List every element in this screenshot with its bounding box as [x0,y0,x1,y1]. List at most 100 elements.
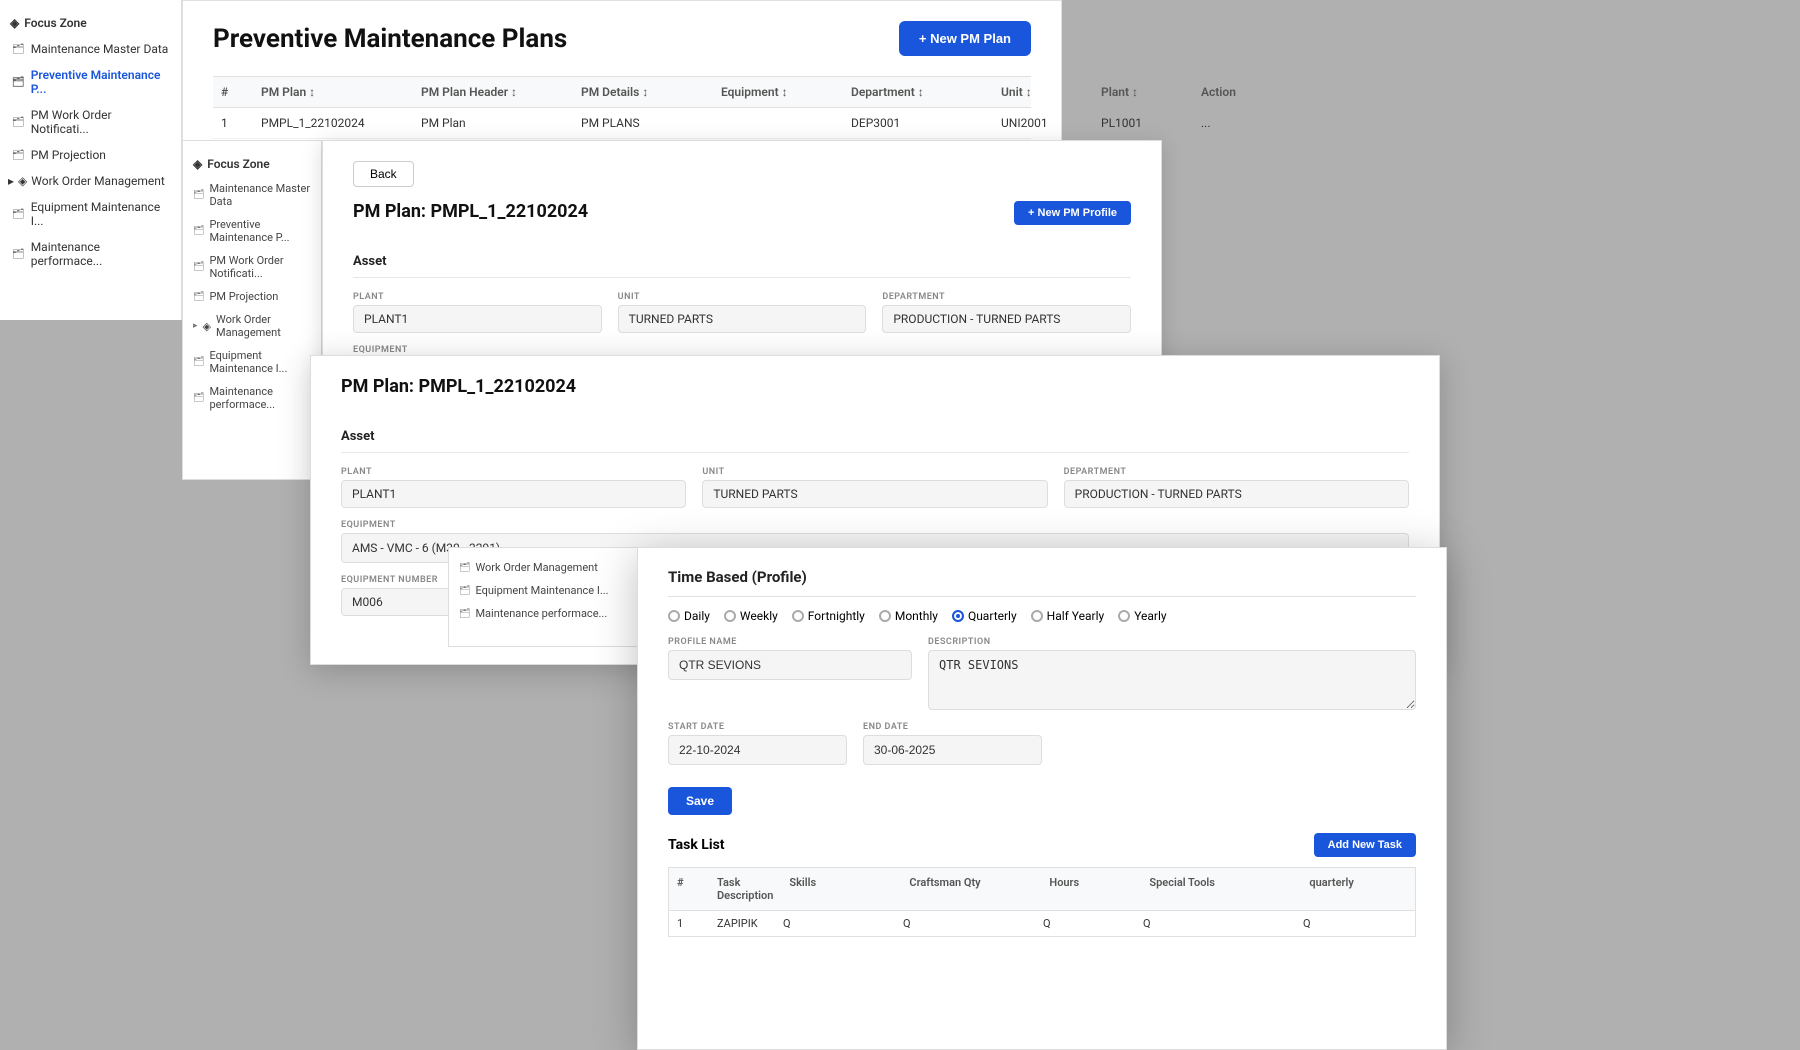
date-field-group: START DATE END DATE [668,722,1416,765]
radio-circle-monthly [879,610,891,622]
sidebar-item-work-order[interactable]: ▸ ◈ Work Order Management [0,168,181,194]
radio-circle-yearly [1118,610,1130,622]
sidebar-item-equipment[interactable]: 🗂 Equipment Maintenance I... [0,194,181,234]
radio-yearly[interactable]: Yearly [1118,609,1166,623]
file-icon: 🗂 [193,393,204,403]
expand-icon: ▸ [193,321,198,331]
sidebar: ◈ Focus Zone 🗂 Maintenance Master Data 🗂… [0,0,182,320]
file-icon: 🗂 [459,563,470,573]
file-icon: 🗂 [193,357,204,367]
file-icon: 🗂 [12,44,25,55]
unit-field: UNIT TURNED PARTS [618,292,867,333]
spacer [1058,722,1416,765]
l3-pm-plan-header-row: PM Plan: PMPL_1_22102024 [341,376,1409,413]
sidebar-item-maintenance-master[interactable]: 🗂 Maintenance Master Data [0,36,181,62]
file-icon: 🗂 [193,190,204,200]
col-skills: Skills [781,876,901,902]
col-department: Department ↕ [843,85,993,99]
end-date-field: END DATE [863,722,1042,765]
col-unit: Unit ↕ [993,85,1093,99]
col-num: # [213,85,253,99]
pm-plan-header-row: PM Plan: PMPL_1_22102024 + New PM Profil… [353,201,1131,238]
sidebar-item-preventive[interactable]: 🗂 Preventive Maintenance P... [0,62,181,102]
mini-sidebar-work-order[interactable]: 🗂 Work Order Management [449,556,637,579]
file-icon: 🗂 [193,292,204,302]
radio-circle-weekly [724,610,736,622]
l2-sidebar-maint-perf[interactable]: 🗂 Maintenance performace... [183,380,321,416]
l2-sidebar-pm-proj[interactable]: 🗂 PM Projection [183,285,321,308]
time-based-title: Time Based (Profile) [668,568,1416,597]
profile-name-input[interactable] [668,650,912,680]
table-row[interactable]: 1 PMPL_1_22102024 PM Plan PM PLANS DEP30… [213,108,1031,139]
department-field: DEPARTMENT PRODUCTION - TURNED PARTS [882,292,1131,333]
l2-sidebar-preventive[interactable]: 🗂 Preventive Maintenance P... [183,213,321,249]
unit-label: UNIT [618,292,867,302]
radio-half-yearly[interactable]: Half Yearly [1031,609,1105,623]
profile-name-field: PROFILE NAME [668,637,912,710]
save-button[interactable]: Save [668,787,732,815]
l3-plant-label: PLANT [341,467,686,477]
file-icon: 🗂 [193,226,204,236]
radio-circle-daily [668,610,680,622]
task-list-section: Task List Add New Task # Task Descriptio… [668,833,1416,937]
start-date-label: START DATE [668,722,847,732]
l3-unit-label: UNIT [702,467,1047,477]
mini-sidebar-maint[interactable]: 🗂 Maintenance performace... [449,602,637,625]
l3-dept-value: PRODUCTION - TURNED PARTS [1064,480,1409,508]
sidebar-item-maintenance-perf[interactable]: 🗂 Maintenance performace... [0,234,181,274]
new-pm-plan-button[interactable]: + New PM Plan [899,21,1031,56]
radio-monthly[interactable]: Monthly [879,609,938,623]
l2-sidebar-equip[interactable]: 🗂 Equipment Maintenance I... [183,344,321,380]
file-icon: 🗂 [459,609,470,619]
pm-plan-title-l2: PM Plan: PMPL_1_22102024 [353,201,588,222]
l2-sidebar-work-order[interactable]: ▸ ◈ Work Order Management [183,308,321,344]
pm-plans-header: Preventive Maintenance Plans + New PM Pl… [213,21,1031,56]
col-pm-plan-header: PM Plan Header ↕ [413,85,573,99]
new-pm-profile-button[interactable]: + New PM Profile [1014,201,1131,225]
plant-value: PLANT1 [353,305,602,333]
l3-asset-section: Asset [341,429,1409,453]
mini-sidebar-equip[interactable]: 🗂 Equipment Maintenance I... [449,579,637,602]
l3-dept-label: DEPARTMENT [1064,467,1409,477]
l3-plant-value: PLANT1 [341,480,686,508]
task-table-row[interactable]: 1 ZAPIPIK Q Q Q Q Q [668,911,1416,937]
sidebar-focus-zone[interactable]: ◈ Focus Zone [0,10,181,36]
sidebar-item-pm-work-order[interactable]: 🗂 PM Work Order Notificati... [0,102,181,142]
radio-fortnightly[interactable]: Fortnightly [792,609,865,623]
file-icon-6: 🗂 [12,249,25,260]
unit-value: TURNED PARTS [618,305,867,333]
radio-circle-quarterly [952,610,964,622]
end-date-input[interactable] [863,735,1042,765]
radio-daily[interactable]: Daily [668,609,710,623]
col-equipment: Equipment ↕ [713,85,843,99]
description-textarea[interactable]: QTR SEVIONS [928,650,1416,710]
l3-plant-field: PLANT PLANT1 [341,467,686,508]
time-based-profile-panel: Time Based (Profile) Daily Weekly Fortni… [637,547,1447,1050]
file-icon: 🗂 [459,586,470,596]
start-date-field: START DATE [668,722,847,765]
pm-plans-title: Preventive Maintenance Plans [213,24,567,54]
col-craftsman-qty: Craftsman Qty [901,876,1041,902]
file-icon-3: 🗂 [12,117,25,128]
add-new-task-button[interactable]: Add New Task [1314,833,1416,857]
task-list-title: Task List [668,837,725,853]
back-button-l2[interactable]: Back [353,161,414,187]
dept-value: PRODUCTION - TURNED PARTS [882,305,1131,333]
profile-name-label: PROFILE NAME [668,637,912,647]
radio-weekly[interactable]: Weekly [724,609,778,623]
description-label: DESCRIPTION [928,637,1416,647]
start-date-input[interactable] [668,735,847,765]
radio-quarterly[interactable]: Quarterly [952,609,1017,623]
col-special-tools: Special Tools [1141,876,1301,902]
l2-focus-zone[interactable]: ◈ Focus Zone [183,151,321,177]
col-hours: Hours [1041,876,1141,902]
asset-field-group-1: PLANT PLANT1 UNIT TURNED PARTS DEPARTMEN… [353,292,1131,333]
l2-sidebar-pm-work[interactable]: 🗂 PM Work Order Notificati... [183,249,321,285]
asset-section-title: Asset [353,254,1131,278]
l2-sidebar-master[interactable]: 🗂 Maintenance Master Data [183,177,321,213]
l3-asset-field-group-1: PLANT PLANT1 UNIT TURNED PARTS DEPARTMEN… [341,467,1409,508]
sidebar-item-pm-projection[interactable]: 🗂 PM Projection [0,142,181,168]
col-action: Action [1193,85,1273,99]
col-plant: Plant ↕ [1093,85,1193,99]
radio-circle-fortnightly [792,610,804,622]
